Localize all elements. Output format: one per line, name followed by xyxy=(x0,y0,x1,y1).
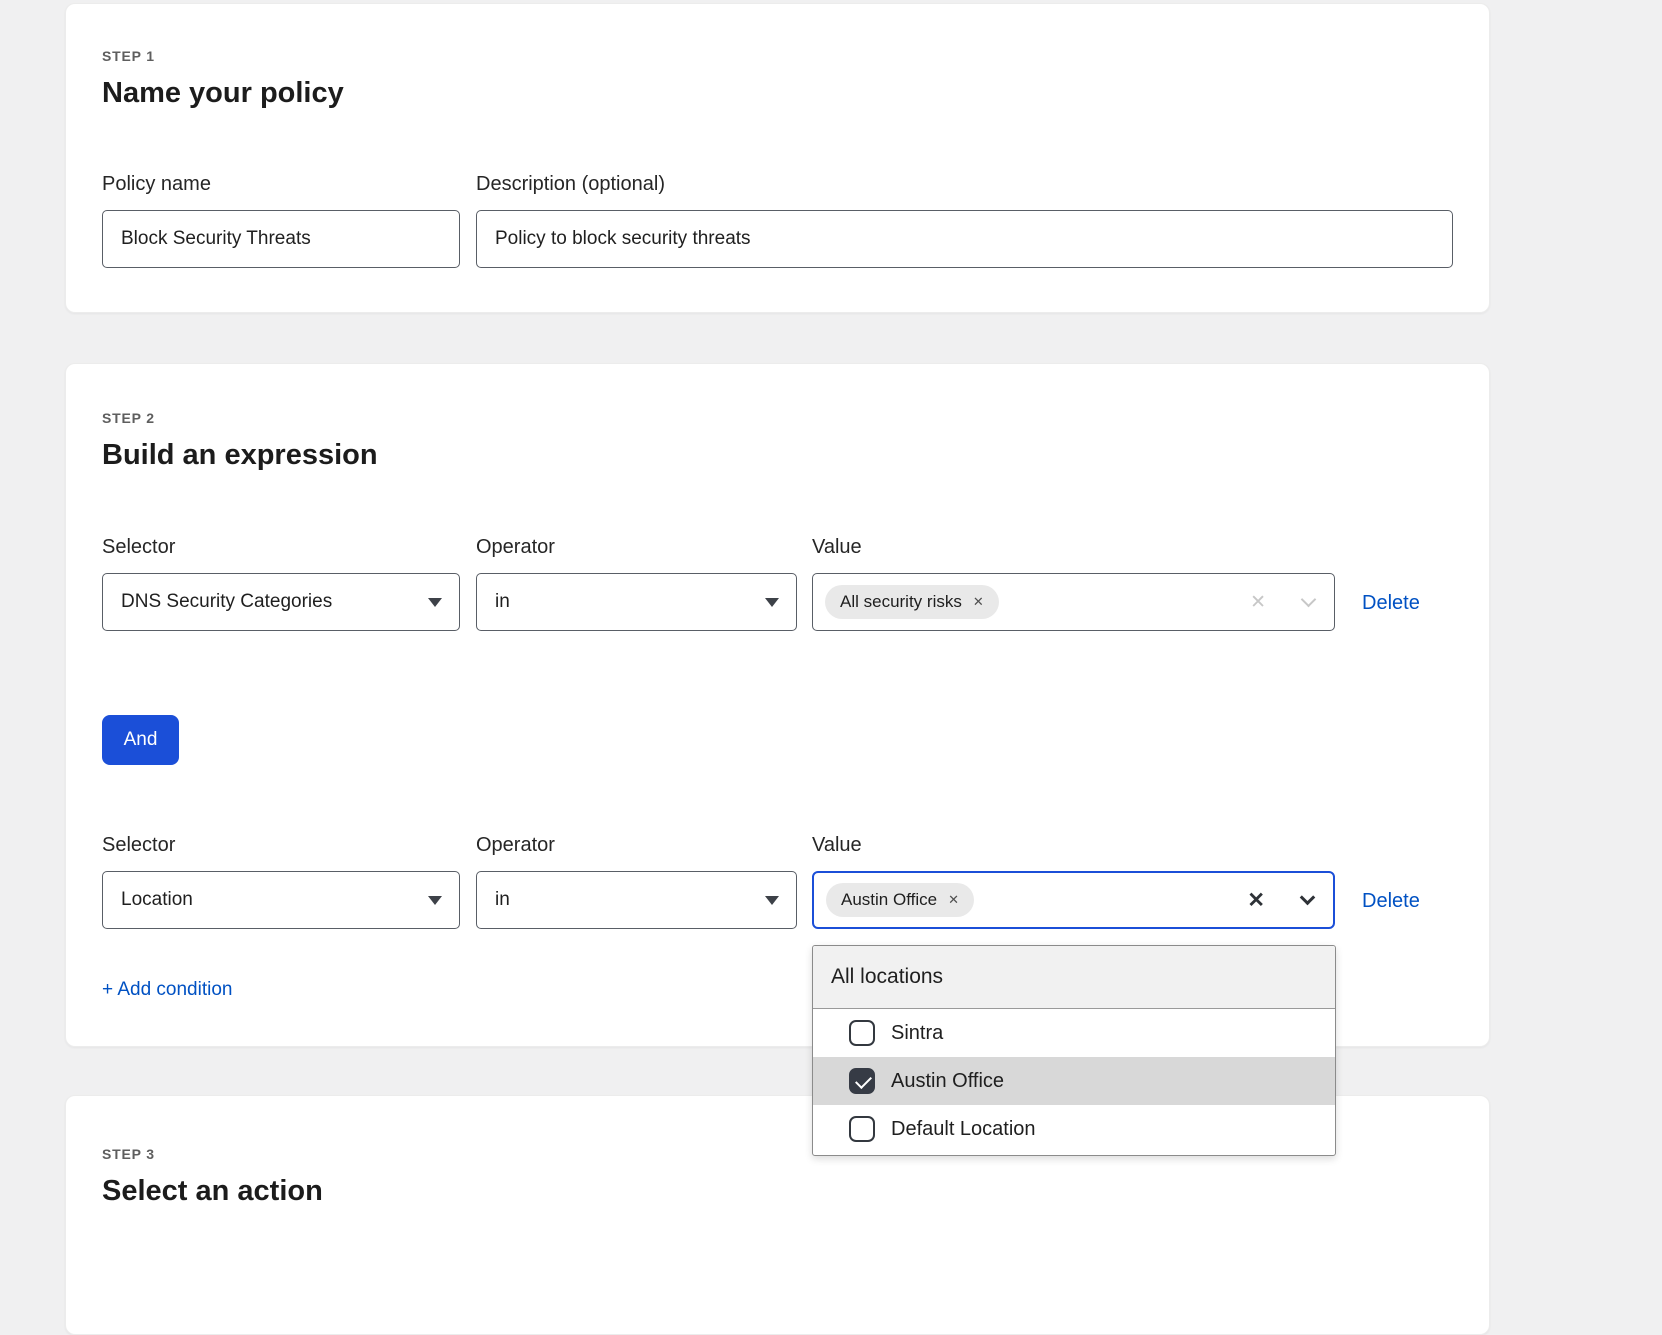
step3-title: Select an action xyxy=(102,1174,1453,1208)
operator-select[interactable]: in xyxy=(476,871,797,929)
description-input[interactable] xyxy=(476,210,1453,268)
selector-selected-value: Location xyxy=(121,889,193,911)
location-dropdown: All locations Sintra Austin Office Defau… xyxy=(812,945,1336,1156)
operator-selected-value: in xyxy=(495,889,510,911)
step1-title: Name your policy xyxy=(102,76,1453,110)
value-controls: ✕ xyxy=(1250,593,1318,612)
add-condition-link[interactable]: + Add condition xyxy=(102,979,232,1001)
option-label: Austin Office xyxy=(891,1070,1004,1093)
value-tag: Austin Office ✕ xyxy=(826,883,974,917)
dropdown-option-default-location[interactable]: Default Location xyxy=(813,1105,1335,1153)
value-controls: ✕ xyxy=(1247,890,1317,911)
policy-name-input[interactable] xyxy=(102,210,460,268)
chevron-down-icon[interactable] xyxy=(1301,591,1317,607)
step2-card: STEP 2 Build an expression Selector DNS … xyxy=(65,363,1490,1047)
chevron-down-icon[interactable] xyxy=(1300,889,1316,905)
policy-fields-row: Policy name Description (optional) xyxy=(102,172,1453,268)
description-label: Description (optional) xyxy=(476,172,1453,196)
option-label: Sintra xyxy=(891,1022,943,1045)
delete-link[interactable]: Delete xyxy=(1362,592,1420,614)
step2-label: STEP 2 xyxy=(102,410,1453,426)
selector-label: Selector xyxy=(102,535,460,559)
operator-selected-value: in xyxy=(495,591,510,613)
clear-icon[interactable]: ✕ xyxy=(1247,890,1265,911)
value-multiselect[interactable]: All security risks ✕ ✕ xyxy=(812,573,1335,631)
chevron-down-icon xyxy=(428,598,442,607)
operator-label: Operator xyxy=(476,535,797,559)
option-label: Default Location xyxy=(891,1118,1036,1141)
step2-title: Build an expression xyxy=(102,438,1453,472)
tag-label: All security risks xyxy=(840,592,962,612)
selector-select[interactable]: DNS Security Categories xyxy=(102,573,460,631)
step1-card: STEP 1 Name your policy Policy name Desc… xyxy=(65,3,1490,313)
value-label: Value xyxy=(812,535,1335,559)
step1-label: STEP 1 xyxy=(102,48,1453,64)
operator-select[interactable]: in xyxy=(476,573,797,631)
selector-selected-value: DNS Security Categories xyxy=(121,591,332,613)
and-button[interactable]: And xyxy=(102,715,179,765)
operator-label: Operator xyxy=(476,833,797,857)
value-multiselect[interactable]: Austin Office ✕ ✕ xyxy=(812,871,1335,929)
checkbox-icon[interactable] xyxy=(849,1068,875,1094)
value-tag: All security risks ✕ xyxy=(825,585,999,619)
dropdown-header-all-locations[interactable]: All locations xyxy=(813,946,1335,1009)
policy-name-label: Policy name xyxy=(102,172,460,196)
checkbox-icon[interactable] xyxy=(849,1116,875,1142)
dropdown-option-sintra[interactable]: Sintra xyxy=(813,1009,1335,1057)
chevron-down-icon xyxy=(765,896,779,905)
chevron-down-icon xyxy=(765,598,779,607)
expression-row-1: Selector DNS Security Categories Operato… xyxy=(102,535,1453,631)
checkbox-icon[interactable] xyxy=(849,1020,875,1046)
selector-select[interactable]: Location xyxy=(102,871,460,929)
tag-label: Austin Office xyxy=(841,890,937,910)
expression-row-2: Selector Location Operator in Value Aust… xyxy=(102,833,1453,929)
remove-tag-icon[interactable]: ✕ xyxy=(948,892,959,908)
value-label: Value xyxy=(812,833,1335,857)
remove-tag-icon[interactable]: ✕ xyxy=(973,594,984,610)
chevron-down-icon xyxy=(428,896,442,905)
clear-icon[interactable]: ✕ xyxy=(1250,593,1266,612)
dropdown-option-austin-office[interactable]: Austin Office xyxy=(813,1057,1335,1105)
delete-link[interactable]: Delete xyxy=(1362,890,1420,912)
selector-label: Selector xyxy=(102,833,460,857)
